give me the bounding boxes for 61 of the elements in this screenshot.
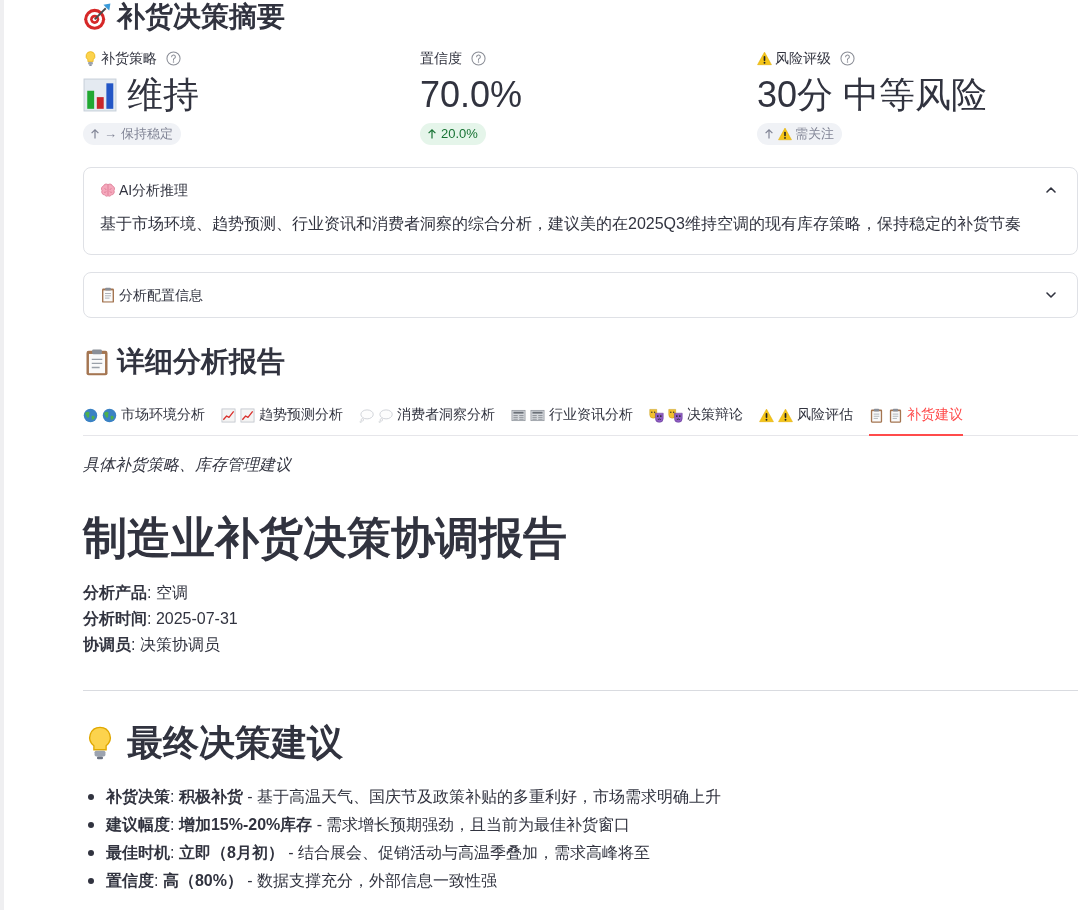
- thought-bubble-icon: [378, 407, 393, 423]
- bullet-icon: [88, 822, 94, 828]
- section-heading: 补货决策摘要: [117, 0, 285, 34]
- metric-value: 70.0%: [420, 73, 523, 117]
- metric-label: 补货策略: [101, 49, 157, 68]
- tab[interactable]: 风险评估: [759, 396, 853, 436]
- metric-label: 风险评级: [775, 49, 831, 68]
- delta-text: → 保持稳定: [104, 125, 173, 143]
- thought-bubble-icon: [359, 407, 374, 423]
- arrow-up-icon: [89, 128, 101, 140]
- theater-masks-icon: [668, 407, 683, 423]
- help-icon[interactable]: [166, 50, 181, 66]
- newspaper-icon: [511, 407, 526, 423]
- bullet-text: 补货决策: 积极补货 - 基于高温天气、国庆节及政策补贴的多重利好，市场需求明确上升: [106, 787, 722, 808]
- arrow-up-icon: [763, 128, 775, 140]
- tab[interactable]: 行业资讯分析: [511, 396, 633, 436]
- arrow-up-icon: [426, 128, 438, 140]
- tab[interactable]: 决策辩论: [649, 396, 743, 436]
- light-bulb-icon: [83, 50, 98, 66]
- clipboard-icon: [869, 407, 884, 423]
- warning-icon: [778, 127, 792, 141]
- delta-text: 20.0%: [441, 125, 478, 143]
- bullet-text: 置信度: 高（80%） - 数据支撑充分，外部信息一致性强: [106, 871, 498, 891]
- meta-line: 分析产品: 空调: [83, 583, 189, 603]
- tab[interactable]: 市场环境分析: [83, 396, 205, 436]
- globe-icon: [102, 407, 117, 423]
- expander-header[interactable]: 分析配置信息: [84, 273, 1077, 317]
- bullet-text: 建议幅度: 增加15%-20%库存 - 需求增长预期强劲，且当前为最佳补货窗口: [106, 815, 631, 835]
- help-icon[interactable]: [471, 50, 486, 66]
- metric-label: 置信度: [420, 49, 462, 68]
- section-heading: 详细分析报告: [117, 345, 285, 379]
- tab[interactable]: 趋势预测分析: [221, 396, 343, 436]
- clipboard-icon: [888, 407, 903, 423]
- rising-chart-icon: [221, 407, 236, 423]
- bullet-icon: [88, 850, 94, 856]
- dart-target-icon: [83, 3, 111, 31]
- report-title: 制造业补货决策协调报告: [83, 512, 568, 564]
- expander-header[interactable]: AI分析推理: [84, 168, 1077, 212]
- help-icon[interactable]: [840, 50, 855, 66]
- bullet-text: 最佳时机: 立即（8月初） - 结合展会、促销活动与高温季叠加，需求高峰将至: [106, 843, 650, 863]
- warning-icon: [759, 407, 774, 423]
- warning-icon: [778, 407, 793, 423]
- brain-icon: [100, 182, 116, 198]
- tab[interactable]: 消费者洞察分析: [359, 396, 495, 436]
- expander-body-text: 基于市场环境、趋势预测、行业资讯和消费者洞察的综合分析，建议美的在2025Q3维持空调的现有库存策略，保持稳定的补货节奏: [99, 214, 1022, 234]
- tab-caption: 具体补货策略、库存管理建议: [83, 455, 293, 475]
- meta-line: 分析时间: 2025-07-31: [83, 609, 239, 629]
- section-heading: 最终决策建议: [127, 721, 343, 765]
- bar-chart-icon: [83, 78, 117, 112]
- warning-icon: [757, 50, 772, 66]
- theater-masks-icon: [649, 407, 664, 423]
- globe-icon: [83, 407, 98, 423]
- meta-line: 协调员: 决策协调员: [83, 635, 221, 655]
- bullet-icon: [88, 794, 94, 800]
- delta-text: 需关注: [795, 125, 834, 143]
- rising-chart-icon: [240, 407, 255, 423]
- metric-value: 30分 中等风险: [757, 73, 988, 117]
- metric-value: 维持: [127, 73, 199, 117]
- clipboard-icon: [100, 287, 116, 303]
- bullet-icon: [88, 878, 94, 884]
- newspaper-icon: [530, 407, 545, 423]
